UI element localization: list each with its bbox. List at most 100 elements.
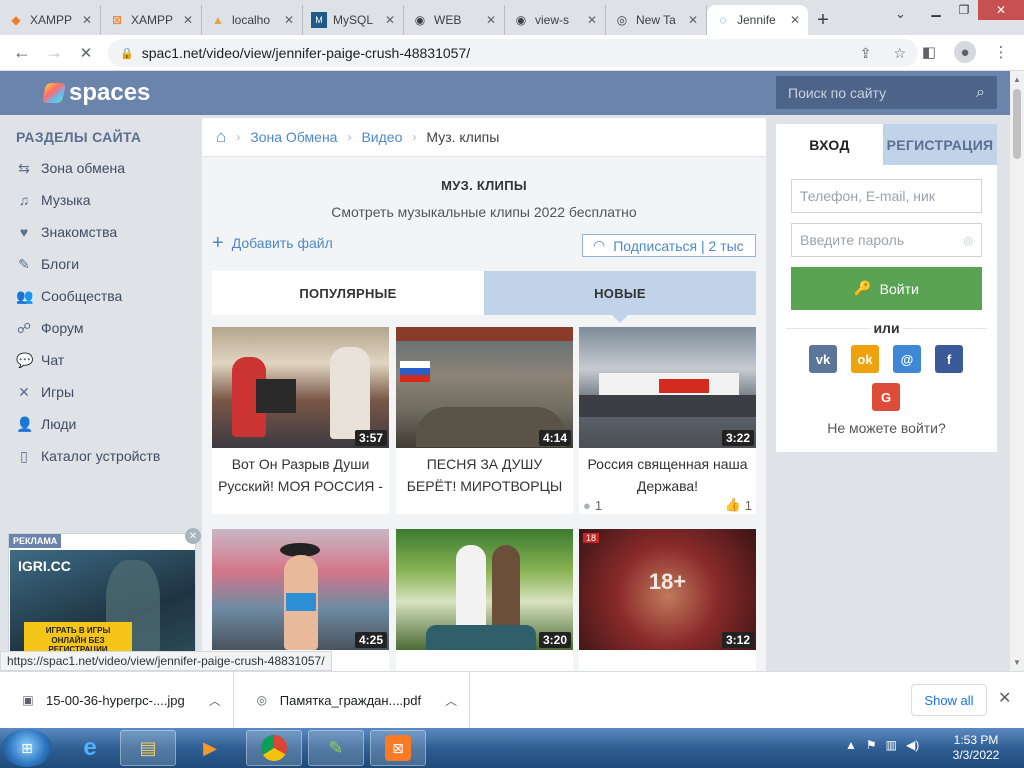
browser-tab[interactable]: M MySQL ✕ bbox=[303, 5, 404, 35]
close-tab-icon[interactable]: ✕ bbox=[385, 13, 395, 27]
tab-register[interactable]: РЕГИСТРАЦИЯ bbox=[883, 124, 997, 165]
close-tab-icon[interactable]: ✕ bbox=[587, 13, 597, 27]
forward-button[interactable]: → bbox=[38, 37, 70, 69]
start-button[interactable]: ⊞ bbox=[2, 729, 52, 767]
tab-popular[interactable]: ПОПУЛЯРНЫЕ bbox=[212, 271, 484, 315]
video-card[interactable]: 4:14 ПЕСНЯ ЗА ДУШУ БЕРЁТ! МИРОТВОРЦЫ РОС… bbox=[396, 327, 573, 514]
mail-login-icon[interactable]: @ bbox=[893, 345, 921, 373]
close-downloads-icon[interactable]: ✕ bbox=[998, 688, 1011, 708]
scroll-up-icon[interactable]: ▲ bbox=[1013, 75, 1021, 84]
close-tab-icon[interactable]: ✕ bbox=[183, 13, 193, 27]
tab-search-icon[interactable]: ⌄ bbox=[895, 6, 906, 22]
sidebar-item-forum[interactable]: ☍ Форум bbox=[16, 317, 84, 339]
scroll-down-icon[interactable]: ▼ bbox=[1013, 658, 1021, 667]
chrome-taskbar-icon[interactable] bbox=[246, 730, 302, 766]
sidebar-item-music[interactable]: ♫ Музыка bbox=[16, 189, 91, 211]
password-field[interactable]: Введите пароль ◎ bbox=[791, 223, 982, 257]
subscribe-button[interactable]: ◠ Подписаться | 2 тыс bbox=[582, 234, 756, 257]
show-hidden-icons[interactable]: ▲ bbox=[845, 738, 857, 752]
video-card[interactable]: 3:20 bbox=[396, 529, 573, 671]
restore-button[interactable]: ❐ bbox=[950, 0, 978, 20]
omnibox[interactable]: 🔒 spac1.net/video/view/jennifer-paige-cr… bbox=[108, 39, 918, 67]
comments-count[interactable]: ● 1 bbox=[583, 497, 602, 513]
internet-explorer-icon[interactable]: e bbox=[62, 730, 118, 766]
tab-new[interactable]: НОВЫЕ bbox=[484, 271, 756, 323]
ad-image[interactable]: IGRI.CC ИГРАТЬ В ИГРЫ ОНЛАЙН БЕЗ РЕГИСТР… bbox=[10, 550, 195, 662]
browser-tab[interactable]: ◆ XAMPP ✕ bbox=[0, 5, 101, 35]
show-all-button[interactable]: Show all bbox=[911, 684, 987, 716]
volume-icon[interactable]: ◀) bbox=[906, 738, 919, 752]
browser-menu-icon[interactable]: ⋮ bbox=[990, 41, 1012, 63]
action-center-icon[interactable]: ⚑ bbox=[866, 738, 877, 752]
search-icon[interactable]: ⌕ bbox=[976, 84, 985, 102]
breadcrumb-video[interactable]: Видео bbox=[361, 129, 402, 145]
browser-tab[interactable]: ◎ New Ta ✕ bbox=[606, 5, 707, 35]
video-thumbnail[interactable]: 3:22 bbox=[579, 327, 756, 448]
cant-login-link[interactable]: Не можете войти? bbox=[776, 420, 997, 436]
close-tab-icon[interactable]: ✕ bbox=[284, 13, 294, 27]
sidebar-item-device-catalog[interactable]: ▯ Каталог устройств bbox=[16, 445, 160, 467]
share-icon[interactable]: ⇪ bbox=[860, 45, 872, 62]
bookmark-star-icon[interactable]: ☆ bbox=[893, 45, 906, 62]
chevron-up-icon[interactable]: ︿ bbox=[209, 692, 221, 709]
close-tab-icon[interactable]: ✕ bbox=[486, 13, 496, 27]
video-card[interactable]: 3:57 Вот Он Разрыв Души Русский! МОЯ РОС… bbox=[212, 327, 389, 514]
sidebar-item-chat[interactable]: 💬 Чат bbox=[16, 349, 64, 371]
video-thumbnail[interactable]: 18 18+ 3:12 bbox=[579, 529, 756, 650]
close-tab-icon[interactable]: ✕ bbox=[82, 13, 92, 27]
add-file-button[interactable]: + Добавить файл bbox=[212, 233, 333, 253]
video-thumbnail[interactable]: 3:20 bbox=[396, 529, 573, 650]
video-card[interactable]: 18 18+ 3:12 bbox=[579, 529, 756, 671]
page-scrollbar[interactable]: ▲ ▼ bbox=[1010, 71, 1024, 671]
close-tab-icon[interactable]: ✕ bbox=[688, 13, 698, 27]
video-title[interactable]: Россия священная наша Держава! bbox=[583, 453, 752, 497]
close-tab-icon[interactable]: ✕ bbox=[790, 13, 800, 27]
login-button[interactable]: 🔑 Войти bbox=[791, 267, 982, 310]
home-icon[interactable]: ⌂ bbox=[216, 127, 226, 147]
browser-tab[interactable]: ◉ WEB ✕ bbox=[404, 5, 505, 35]
sidebar-item-communities[interactable]: 👥 Сообщества bbox=[16, 285, 122, 307]
google-login-icon[interactable]: G bbox=[872, 383, 900, 411]
minimize-button[interactable]: ▁ bbox=[922, 0, 950, 20]
video-card[interactable]: 3:22 Россия священная наша Держава! ● 1 👍… bbox=[579, 327, 756, 514]
browser-tab[interactable]: ⊠ XAMPP ✕ bbox=[101, 5, 202, 35]
url-text[interactable]: spac1.net/video/view/jennifer-paige-crus… bbox=[142, 45, 838, 61]
breadcrumb-exchange[interactable]: Зона Обмена bbox=[250, 129, 337, 145]
download-item[interactable]: ◎ Памятка_граждан....pdf ︿ bbox=[234, 671, 471, 729]
chevron-up-icon[interactable]: ︿ bbox=[445, 692, 457, 709]
file-explorer-icon[interactable]: ▤ bbox=[120, 730, 176, 766]
video-title[interactable]: Вот Он Разрыв Души Русский! МОЯ РОССИЯ - bbox=[216, 453, 385, 497]
download-item[interactable]: ▣ 15-00-36-hyperpc-....jpg ︿ bbox=[0, 671, 234, 729]
browser-tab[interactable]: ▲ localho ✕ bbox=[202, 5, 303, 35]
tab-login[interactable]: ВХОД bbox=[776, 124, 883, 165]
taskbar-clock[interactable]: 1:53 PM 3/3/2022 bbox=[940, 733, 1012, 763]
login-field[interactable]: Телефон, E-mail, ник bbox=[791, 179, 982, 213]
browser-tab-active[interactable]: ◌ Jennife ✕ bbox=[707, 5, 808, 35]
video-title[interactable]: ПЕСНЯ ЗА ДУШУ БЕРЁТ! МИРОТВОРЦЫ РОССИИ bbox=[400, 453, 569, 497]
stop-loading-button[interactable]: ✕ bbox=[70, 37, 102, 69]
site-logo[interactable]: spaces bbox=[41, 79, 150, 107]
xampp-taskbar-icon[interactable]: ⊠ bbox=[370, 730, 426, 766]
video-card[interactable]: 4:25 bbox=[212, 529, 389, 671]
sidebar-item-exchange[interactable]: ⇆ Зона обмена bbox=[16, 157, 125, 179]
odnoklassniki-login-icon[interactable]: ok bbox=[851, 345, 879, 373]
close-window-button[interactable]: ✕ bbox=[978, 0, 1024, 20]
video-thumbnail[interactable]: 4:25 bbox=[212, 529, 389, 650]
browser-tab[interactable]: ◉ view-s ✕ bbox=[505, 5, 606, 35]
side-panel-icon[interactable]: ◧ bbox=[918, 41, 940, 63]
site-search-input[interactable]: Поиск по сайту ⌕ bbox=[776, 76, 997, 109]
likes-count[interactable]: 👍 1 bbox=[725, 497, 752, 513]
close-ad-icon[interactable]: ✕ bbox=[185, 528, 201, 544]
network-icon[interactable]: ▥ bbox=[886, 738, 897, 752]
facebook-login-icon[interactable]: f bbox=[935, 345, 963, 373]
lock-icon[interactable]: 🔒 bbox=[120, 47, 134, 60]
video-thumbnail[interactable]: 4:14 bbox=[396, 327, 573, 448]
notepad-plus-icon[interactable]: ✎ bbox=[308, 730, 364, 766]
video-thumbnail[interactable]: 3:57 bbox=[212, 327, 389, 448]
vk-login-icon[interactable]: vk bbox=[809, 345, 837, 373]
media-player-icon[interactable]: ▶ bbox=[182, 730, 238, 766]
sidebar-item-games[interactable]: ✕ Игры bbox=[16, 381, 74, 403]
back-button[interactable]: ← bbox=[6, 37, 38, 69]
sidebar-item-blogs[interactable]: ✎ Блоги bbox=[16, 253, 79, 275]
profile-avatar-icon[interactable]: ● bbox=[954, 41, 976, 63]
